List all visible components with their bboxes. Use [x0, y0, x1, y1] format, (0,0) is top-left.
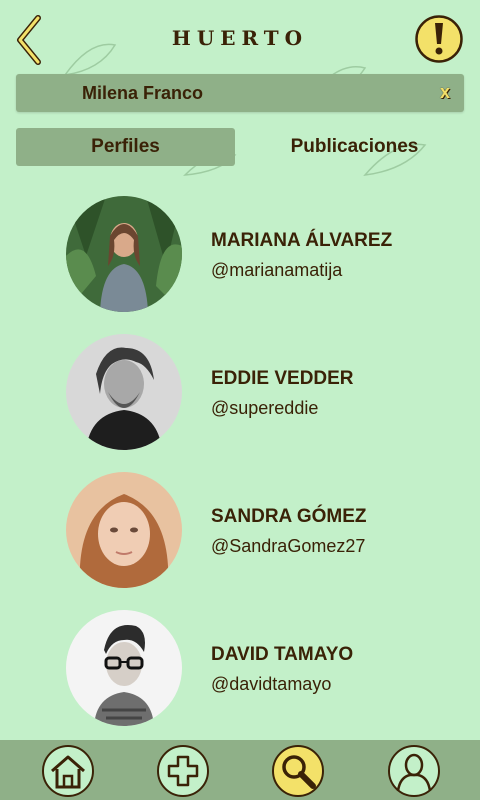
- profile-row-sandra[interactable]: SANDRA GÓMEZ @SandraGomez27: [0, 472, 480, 588]
- user-icon: [396, 753, 432, 792]
- profile-name: SANDRA GÓMEZ: [211, 506, 367, 527]
- avatar[interactable]: [66, 610, 182, 726]
- avatar-photo: [66, 472, 182, 588]
- tab-perfiles[interactable]: Perfiles: [16, 128, 235, 166]
- profile-row-mariana[interactable]: MARIANA ÁLVAREZ @marianamatija: [0, 196, 480, 312]
- profile-name: EDDIE VEDDER: [211, 368, 354, 389]
- profile-handle: @marianamatija: [211, 260, 343, 280]
- nav-home-button[interactable]: [42, 745, 94, 797]
- app-title: HUERTO: [171, 26, 309, 50]
- profile-handle: @supereddie: [211, 398, 319, 418]
- tab-publicaciones[interactable]: Publicaciones: [245, 128, 464, 166]
- avatar-photo: [66, 610, 182, 726]
- profile-handle: @SandraGomez27: [211, 536, 366, 556]
- profile-handle: @davidtamayo: [211, 674, 332, 694]
- nav-search-button[interactable]: [272, 745, 324, 797]
- nav-profile-button[interactable]: [388, 745, 440, 797]
- exclamation-icon: [415, 15, 463, 63]
- profile-row-eddie[interactable]: EDDIE VEDDER @supereddie: [0, 334, 480, 450]
- search-bar[interactable]: Milena Franco x: [16, 74, 464, 112]
- avatar-photo: [66, 334, 182, 450]
- profile-name: MARIANA ÁLVAREZ: [211, 230, 393, 251]
- plus-icon: [167, 755, 199, 787]
- avatar-photo: [66, 196, 182, 312]
- clear-search-button[interactable]: x: [436, 82, 454, 102]
- avatar[interactable]: [66, 334, 182, 450]
- avatar[interactable]: [66, 472, 182, 588]
- alert-button[interactable]: [414, 14, 464, 64]
- search-input[interactable]: Milena Franco: [82, 83, 203, 104]
- search-icon: [282, 755, 316, 789]
- bottom-navigation: [0, 740, 480, 800]
- profile-name: DAVID TAMAYO: [211, 644, 354, 665]
- nav-add-button[interactable]: [157, 745, 209, 797]
- avatar[interactable]: [66, 196, 182, 312]
- profile-row-david[interactable]: DAVID TAMAYO @davidtamayo: [0, 610, 480, 726]
- home-icon: [51, 755, 85, 789]
